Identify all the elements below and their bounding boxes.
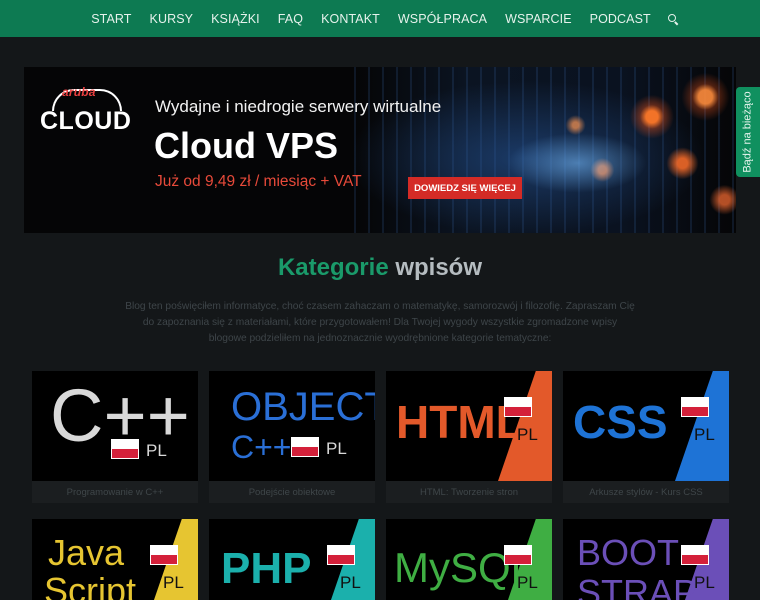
bootstrap-logo-line1: BOOT [577,532,680,573]
nav-wsparcie[interactable]: WSPARCIE [496,12,581,26]
tile-caption: Podejście obiektowe [248,486,336,498]
mysql-pl-label: PL [517,573,538,592]
php-logo-text: PHP [221,544,312,593]
javascript-logo-line2: Script [44,570,137,600]
nav-ksiazki[interactable]: KSIĄŻKI [202,12,269,26]
object-pl-label: PL [326,439,347,458]
search-icon[interactable] [667,13,678,24]
cloud-vps-banner[interactable]: aruba CLOUD Wydajne i niedrogie serwery … [24,67,736,233]
categories-intro: Blog ten poświęciłem informatyce, choć c… [125,301,635,344]
nav-faq[interactable]: FAQ [269,12,312,26]
javascript-logo-line1: Java [48,532,125,573]
css-logo-text: CSS [573,396,668,448]
logo-aruba-text: aruba [62,85,96,99]
categories-heading: Kategorie wpisów [0,254,760,282]
nav-start[interactable]: START [82,12,140,26]
stay-updated-label: Bądź na bieżąco [742,91,754,173]
heading-accent: Kategorie [277,254,389,281]
nav-wspolpraca[interactable]: WSPÓŁPRACA [389,12,496,26]
category-tile-cpp[interactable]: C++ PL Programowanie w C++ [32,371,198,503]
mysql-logo-image: MySQL PL [386,519,552,600]
object-logo-line1: OBJECT [231,385,375,429]
category-tile-html[interactable]: HTML PL HTML: Tworzenie stron [386,371,552,503]
tile-caption: HTML: Tworzenie stron [419,486,519,498]
category-tile-mysql[interactable]: MySQL PL [386,519,552,600]
banner-subtitle: Wydajne i niedrogie serwery wirtualne [155,97,442,116]
tile-caption: Arkusze stylów - Kurs CSS [589,486,703,498]
bootstrap-pl-label: PL [694,573,715,592]
css-logo-image: CSS PL [563,371,729,481]
aruba-cloud-logo: aruba CLOUD [40,83,134,135]
banner-price: Już od 9,49 zł / miesiąc + VAT [155,173,362,190]
javascript-logo-image: Java Script PL [32,519,198,600]
nav-podcast[interactable]: PODCAST [581,12,660,26]
bootstrap-logo-image: BOOT STRAP PL [563,519,729,600]
heading-rest: wpisów [388,254,483,281]
banner-title: Cloud VPS [154,125,339,166]
category-tile-php[interactable]: PHP PL [209,519,375,600]
object-logo-line2: C++ [231,429,292,465]
cpp-logo-image: C++ PL [32,371,198,481]
bootstrap-logo-line2: STRAP [577,572,698,600]
category-tile-bootstrap[interactable]: BOOT STRAP PL [563,519,729,600]
html-logo-image: HTML PL [386,371,552,481]
javascript-pl-label: PL [163,573,184,592]
php-pl-label: PL [340,573,361,592]
server-room-illustration [354,67,736,233]
category-tile-javascript[interactable]: Java Script PL [32,519,198,600]
cpp-pl-label: PL [146,441,167,460]
learn-more-button[interactable]: DOWIEDZ SIĘ WIĘCEJ [408,177,522,199]
php-logo-image: PHP PL [209,519,375,600]
html-pl-label: PL [517,425,538,444]
object-cpp-logo-image: OBJECT C++ PL [209,371,375,481]
stay-updated-tab[interactable]: Bądź na bieżąco [736,87,760,177]
nav-kursy[interactable]: KURSY [141,12,203,26]
category-tile-css[interactable]: CSS PL Arkusze stylów - Kurs CSS [563,371,729,503]
logo-cloud-text: CLOUD [40,107,132,135]
tile-caption: Programowanie w C++ [66,486,164,498]
css-pl-label: PL [694,425,715,444]
category-tile-object-cpp[interactable]: OBJECT C++ PL Podejście obiektowe [209,371,375,503]
nav-kontakt[interactable]: KONTAKT [312,12,389,26]
top-navigation: START KURSY KSIĄŻKI FAQ KONTAKT WSPÓŁPRA… [0,0,760,37]
